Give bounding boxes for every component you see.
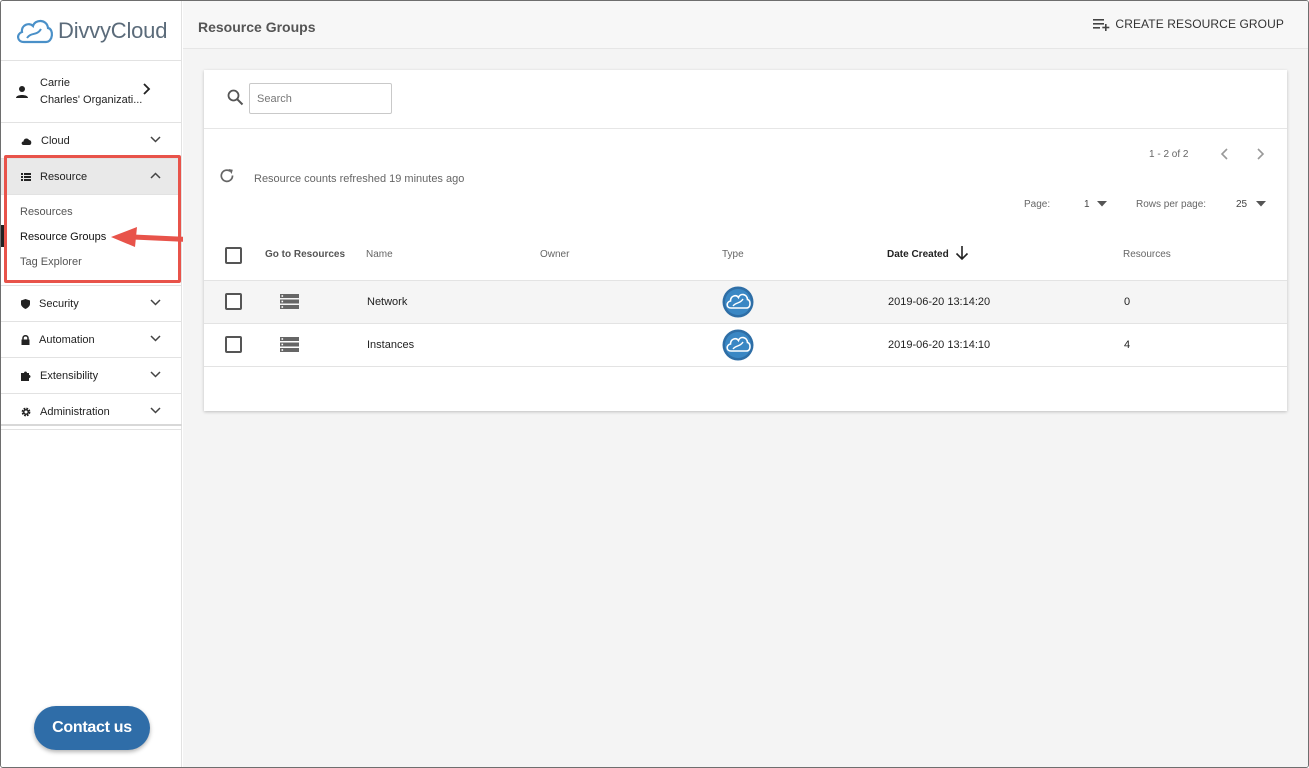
cloud-icon [21, 137, 32, 145]
chevron-down-icon [150, 136, 161, 143]
organization-name: Charles' Organizati... [40, 93, 143, 106]
search-icon [227, 89, 244, 106]
caret-down-icon[interactable] [1256, 201, 1266, 207]
cloud-logo-icon [17, 19, 53, 43]
chevron-right-icon [143, 83, 151, 95]
rows-per-page-label: Rows per page: [1136, 199, 1207, 210]
row-checkbox[interactable] [225, 336, 242, 353]
nav-cloud[interactable]: Cloud [1, 123, 181, 159]
nav-cloud-label: Cloud [41, 134, 70, 147]
search-bar [204, 70, 1287, 129]
gear-icon [21, 407, 31, 416]
top-bar: Resource Groups CREATE RESOURCE GROUP [183, 1, 1308, 49]
divvycloud-type-icon [722, 286, 754, 318]
row-checkbox[interactable] [225, 293, 242, 310]
caret-down-icon[interactable] [1097, 201, 1107, 207]
search-input[interactable] [249, 83, 392, 114]
chevron-down-icon [150, 299, 161, 306]
chevron-down-icon [150, 335, 161, 342]
row-name[interactable]: Instances [367, 339, 414, 351]
nav-automation[interactable]: Automation [1, 322, 181, 358]
nav-tag-explorer[interactable]: Tag Explorer [1, 254, 181, 279]
user-switcher[interactable]: Carrie Charles' Organizati... [1, 61, 181, 123]
chevron-down-icon [150, 407, 161, 414]
table-row[interactable]: Network 2019-06-20 13:14:20 0 [204, 281, 1287, 324]
nav-divider [1, 424, 182, 426]
nav-resource-label: Resource [40, 170, 88, 183]
create-resource-group-label: CREATE RESOURCE GROUP [1115, 17, 1284, 31]
nav-administration-label: Administration [40, 405, 110, 418]
row-resources-count: 0 [1124, 296, 1131, 308]
chevron-right-icon[interactable] [1256, 147, 1266, 161]
row-name[interactable]: Network [367, 296, 407, 308]
brand-name: DivvyCloud [58, 17, 168, 43]
chevron-down-icon [150, 371, 161, 378]
main-content: Resource Groups CREATE RESOURCE GROUP Se… [183, 1, 1308, 767]
column-type[interactable]: Type [722, 249, 744, 260]
playlist-add-icon [1093, 18, 1110, 31]
chevron-up-icon [150, 172, 161, 179]
page-title: Resource Groups [198, 19, 316, 35]
nav-extensibility[interactable]: Extensibility [1, 358, 181, 394]
resource-groups-card: Resource counts refreshed 19 minutes ago… [204, 70, 1287, 411]
divvycloud-type-icon [722, 329, 754, 361]
chevron-left-icon[interactable] [1219, 147, 1229, 161]
column-owner[interactable]: Owner [540, 249, 569, 260]
lock-icon [21, 334, 30, 345]
column-name[interactable]: Name [366, 249, 393, 260]
column-go-to-resources: Go to Resources [265, 249, 346, 260]
page-label: Page: [1024, 199, 1051, 210]
puzzle-icon [21, 371, 31, 381]
row-resources-count: 4 [1124, 339, 1131, 351]
nav-security[interactable]: Security [1, 286, 181, 322]
nav-automation-label: Automation [39, 333, 95, 346]
row-date-created: 2019-06-20 13:14:20 [888, 296, 991, 308]
row-date-created: 2019-06-20 13:14:10 [888, 339, 991, 351]
column-date-created[interactable]: Date Created [887, 249, 949, 260]
shield-icon [21, 298, 30, 309]
nav-security-label: Security [39, 297, 79, 310]
sidebar: DivvyCloud Carrie Charles' Organizati...… [1, 1, 182, 767]
select-all-checkbox[interactable] [225, 247, 242, 264]
nav-resource[interactable]: Resource [1, 159, 181, 195]
logo[interactable]: DivvyCloud [1, 1, 181, 61]
user-name: Carrie [40, 76, 70, 89]
active-indicator [1, 225, 4, 247]
storage-icon[interactable] [280, 337, 299, 352]
refresh-icon[interactable] [219, 168, 235, 184]
table-header: Go to Resources Name Owner Type Date Cre… [204, 235, 1287, 281]
rows-per-page-select[interactable]: 25 [1236, 199, 1247, 210]
storage-icon[interactable] [280, 294, 299, 309]
arrow-down-icon[interactable] [955, 245, 969, 261]
list-icon [21, 172, 31, 181]
column-resources[interactable]: Resources [1123, 249, 1171, 260]
pagination-range: 1 - 2 of 2 [1149, 149, 1189, 160]
refresh-status: Resource counts refreshed 19 minutes ago [254, 173, 465, 185]
page-select[interactable]: 1 [1084, 199, 1090, 210]
app-window: DivvyCloud Carrie Charles' Organizati...… [0, 0, 1309, 768]
contact-us-button[interactable]: Contact us [34, 706, 150, 750]
table-row[interactable]: Instances 2019-06-20 13:14:10 4 [204, 324, 1287, 367]
nav-extensibility-label: Extensibility [40, 369, 99, 382]
user-icon [16, 85, 28, 98]
create-resource-group-button[interactable]: CREATE RESOURCE GROUP [1093, 17, 1284, 31]
